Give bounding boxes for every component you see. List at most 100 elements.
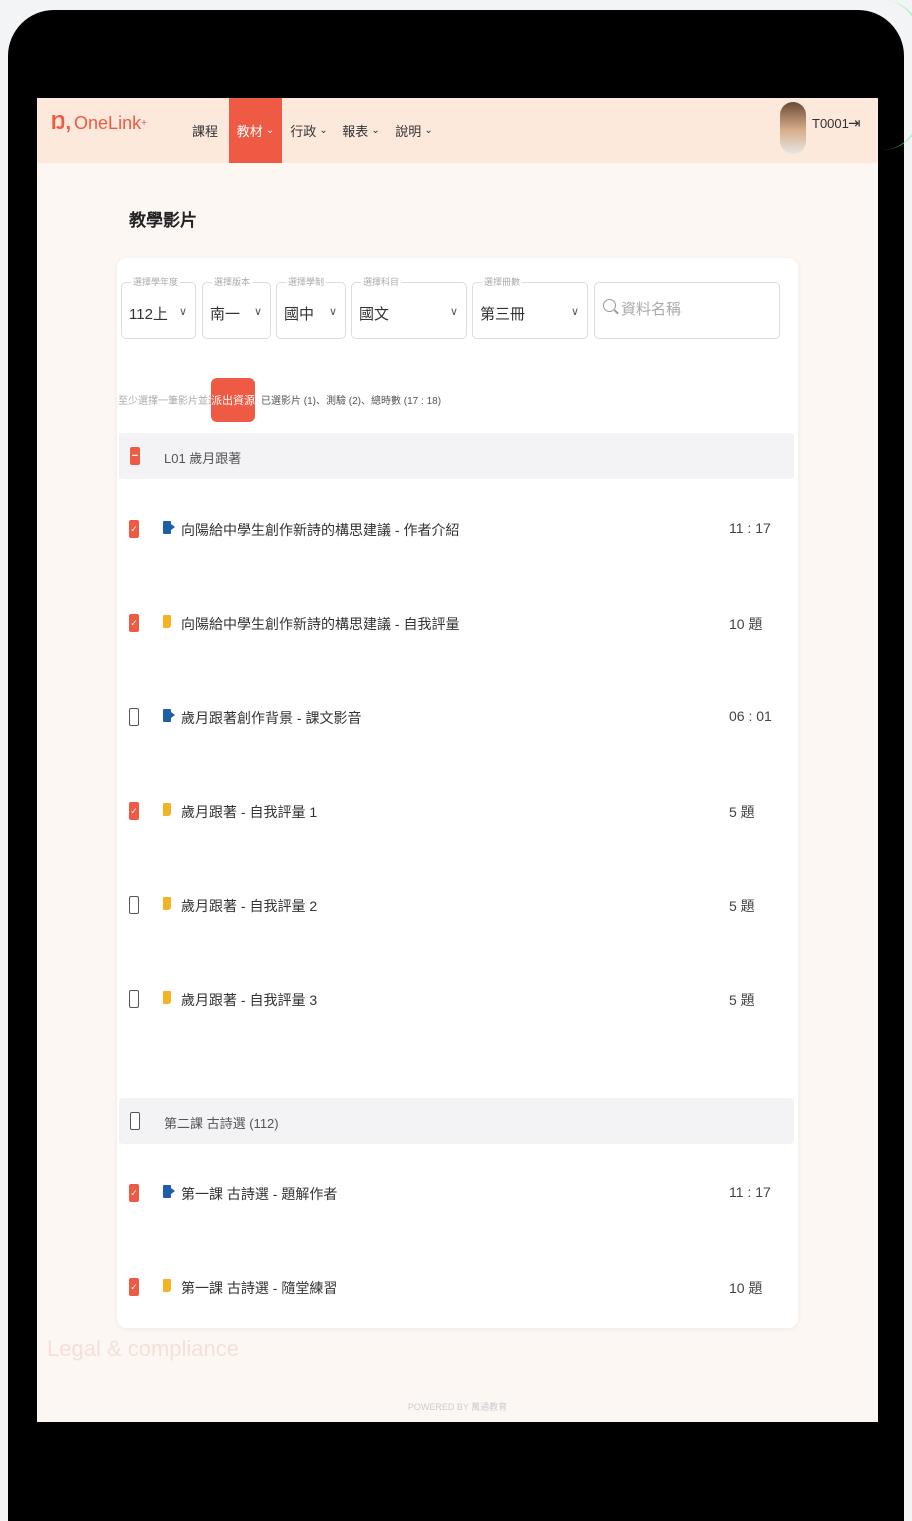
field-label: 選擇科目	[361, 275, 402, 288]
item-checkbox[interactable]: ✓	[129, 1184, 139, 1202]
user-id: T0001	[812, 116, 849, 131]
logout-icon[interactable]: ⇥	[848, 114, 861, 132]
quiz-icon	[163, 1279, 171, 1292]
group-header[interactable]: − L01 歲月跟著	[119, 433, 794, 479]
field-value: 國文	[359, 306, 390, 323]
search-icon	[603, 299, 616, 312]
item-title: 向陽給中學生創作新詩的構思建議 - 自我評量	[181, 616, 460, 632]
subject-select[interactable]: 選擇科目 國文 ∨	[351, 275, 467, 339]
field-label: 選擇學年度	[131, 275, 181, 288]
field-label: 選擇版本	[212, 275, 253, 288]
field-label: 選擇冊數	[482, 275, 523, 288]
legal-compliance-text: Legal & compliance	[47, 1336, 240, 1361]
item-checkbox[interactable]	[129, 990, 139, 1008]
item-title: 歲月跟著創作背景 - 課文影音	[181, 710, 362, 726]
quiz-icon	[163, 897, 171, 910]
item-checkbox[interactable]: ✓	[129, 614, 139, 632]
group-title: L01 歲月跟著	[164, 451, 242, 466]
volume-select[interactable]: 選擇冊數 第三冊 ∨	[472, 275, 588, 339]
item-checkbox[interactable]: ✓	[129, 802, 139, 820]
nav-reports[interactable]: 報表 ⌄	[341, 98, 381, 163]
logo-icon: Ŋ,	[51, 112, 72, 134]
chevron-down-icon: ∨	[570, 306, 579, 318]
item-duration: 06 : 01	[729, 708, 772, 724]
year-select[interactable]: 選擇學年度 112上 ∨	[121, 275, 196, 339]
item-question-count: 5 題	[729, 992, 755, 1008]
group-header[interactable]: 第二課 古詩選 (112)	[119, 1098, 794, 1144]
action-row: 至少選擇一筆影片並進行： 派出資源 已選影片 (1)、測驗 (2)、總時數 (1…	[117, 378, 798, 422]
list-item[interactable]: 歲月跟著創作背景 - 課文影音 06 : 01	[117, 692, 798, 742]
list-item[interactable]: ✓ 第一課 古詩選 - 題解作者 11 : 17	[117, 1168, 798, 1218]
item-duration: 11 : 17	[729, 1184, 771, 1200]
search-input[interactable]	[621, 301, 771, 318]
item-question-count: 10 題	[729, 1280, 763, 1296]
chevron-down-icon: ⌄	[371, 125, 380, 136]
quiz-icon	[163, 615, 171, 628]
list-item[interactable]: ✓ 向陽給中學生創作新詩的構思建議 - 作者介紹 11 : 17	[117, 504, 798, 554]
item-title: 向陽給中學生創作新詩的構思建議 - 作者介紹	[181, 522, 460, 538]
school-level-select[interactable]: 選擇學制 國中 ∨	[276, 275, 346, 339]
avatar[interactable]	[780, 102, 806, 154]
brand-logo[interactable]: Ŋ, OneLink +	[51, 112, 147, 135]
video-icon	[163, 709, 175, 722]
item-title: 歲月跟著 - 自我評量 1	[181, 804, 318, 820]
item-title: 第一課 古詩選 - 隨堂練習	[181, 1280, 338, 1296]
group-title: 第二課 古詩選 (112)	[164, 1116, 279, 1131]
chevron-down-icon: ∨	[178, 306, 187, 318]
video-icon	[163, 521, 175, 534]
group-checkbox[interactable]	[130, 1112, 140, 1130]
list-item[interactable]: ✓ 向陽給中學生創作新詩的構思建議 - 自我評量 10 題	[117, 598, 798, 648]
field-value: 112上	[129, 306, 168, 323]
edition-select[interactable]: 選擇版本 南一 ∨	[202, 275, 271, 339]
list-item[interactable]: 歲月跟著 - 自我評量 3 5 題	[117, 974, 798, 1024]
nav-label: 報表	[342, 124, 369, 139]
top-navbar: Ŋ, OneLink + 課程 教材 ⌄ 行政 ⌄ 報表 ⌄ 說明 ⌄ T0001 ⇥	[37, 98, 878, 163]
item-checkbox[interactable]	[129, 708, 139, 726]
item-title: 第一課 古詩選 - 題解作者	[181, 1186, 338, 1202]
chevron-down-icon: ∨	[253, 306, 262, 318]
app-screen: Ŋ, OneLink + 課程 教材 ⌄ 行政 ⌄ 報表 ⌄ 說明 ⌄ T0001 ⇥ 教…	[37, 98, 878, 1422]
video-icon	[163, 1185, 175, 1198]
nav-label: 行政	[290, 124, 317, 139]
field-label: 選擇學制	[286, 275, 327, 288]
powered-by: POWERED BY 萬通教育	[407, 1402, 508, 1412]
item-checkbox[interactable]: ✓	[129, 1278, 139, 1296]
item-title: 歲月跟著 - 自我評量 2	[181, 898, 318, 914]
page-title: 教學影片	[129, 211, 197, 230]
list-item[interactable]: 歲月跟著 - 自我評量 2 5 題	[117, 880, 798, 930]
brand-name: OneLink	[74, 113, 142, 133]
search-field[interactable]	[594, 282, 780, 339]
selected-summary: 已選影片 (1)、測驗 (2)、總時數 (17 : 18)	[261, 396, 442, 407]
chevron-down-icon: ∨	[328, 306, 337, 318]
nav-help[interactable]: 說明 ⌄	[394, 98, 434, 163]
item-checkbox[interactable]	[129, 896, 139, 914]
nav-materials[interactable]: 教材 ⌄	[229, 98, 282, 163]
nav-admin[interactable]: 行政 ⌄	[289, 98, 329, 163]
field-value: 第三冊	[480, 306, 526, 323]
chevron-down-icon: ⌄	[319, 125, 328, 136]
brand-plus: +	[141, 118, 147, 129]
nav-label: 說明	[395, 124, 422, 139]
item-question-count: 5 題	[729, 898, 755, 914]
item-checkbox[interactable]: ✓	[129, 520, 139, 538]
item-question-count: 5 題	[729, 804, 755, 820]
chevron-down-icon: ⌄	[424, 125, 433, 136]
item-duration: 11 : 17	[729, 520, 771, 536]
export-resources-button[interactable]: 派出資源	[211, 378, 255, 422]
decorative-arc	[882, 0, 912, 150]
nav-label: 課程	[191, 124, 218, 139]
item-title: 歲月跟著 - 自我評量 3	[181, 992, 318, 1008]
list-item[interactable]: ✓ 第一課 古詩選 - 隨堂練習 10 題	[117, 1262, 798, 1312]
materials-card: 選擇學年度 112上 ∨ 選擇版本 南一 ∨ 選擇學制 國中 ∨ 選擇科目 國文…	[117, 258, 798, 1328]
chevron-down-icon: ⌄	[265, 125, 275, 136]
field-value: 南一	[210, 306, 241, 323]
list-item[interactable]: ✓ 歲月跟著 - 自我評量 1 5 題	[117, 786, 798, 836]
nav-label: 教材	[236, 124, 263, 139]
field-value: 國中	[284, 306, 315, 323]
chevron-down-icon: ∨	[449, 306, 458, 318]
group-checkbox[interactable]: −	[130, 447, 140, 465]
quiz-icon	[163, 991, 171, 1004]
nav-courses[interactable]: 課程	[187, 98, 223, 163]
quiz-icon	[163, 803, 171, 816]
item-question-count: 10 題	[729, 616, 763, 632]
